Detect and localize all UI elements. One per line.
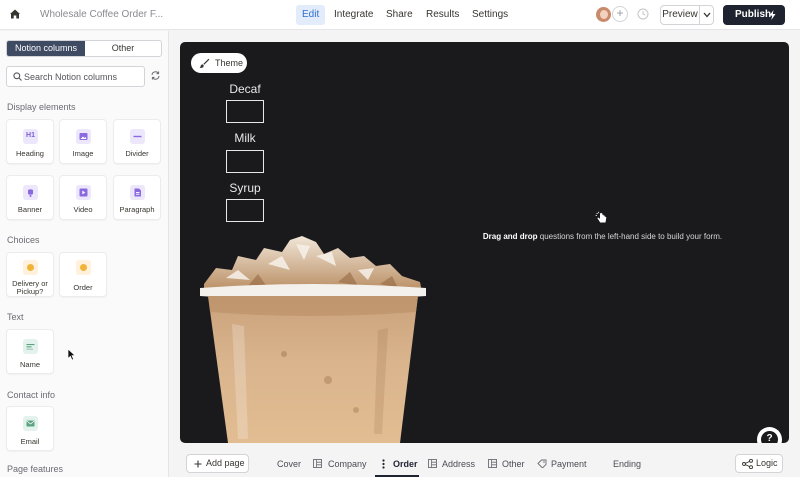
page-bar: Add page Cover Company Order Address Oth…	[170, 450, 800, 477]
iced-coffee-image	[200, 236, 426, 443]
preview-dropdown[interactable]	[699, 5, 714, 25]
search-input[interactable]	[24, 69, 139, 84]
section-choices: Choices	[7, 235, 40, 245]
plus-icon	[194, 460, 202, 468]
decaf-input[interactable]	[226, 100, 264, 123]
nav-edit[interactable]: Edit	[296, 5, 326, 25]
search-icon	[13, 72, 22, 81]
page-tab-payment[interactable]: Payment	[551, 459, 587, 469]
heading-block[interactable]: H1 Heading	[6, 119, 54, 164]
chevron-down-icon	[703, 12, 711, 18]
page-tab-other[interactable]: Other	[502, 459, 525, 469]
image-label: Image	[72, 149, 94, 158]
divider-label: Divider	[125, 149, 149, 158]
milk-input[interactable]	[226, 150, 264, 173]
name-block[interactable]: Name	[6, 329, 54, 374]
page-tab-cover[interactable]: Cover	[277, 459, 301, 469]
source-switch: Notion columns Other	[6, 40, 162, 57]
paragraph-icon	[130, 185, 145, 200]
nav-settings[interactable]: Settings	[466, 5, 514, 25]
tab-other[interactable]: Other	[85, 41, 161, 56]
name-label: Name	[19, 360, 40, 369]
email-block[interactable]: Email	[6, 406, 54, 451]
page-columns-icon	[428, 459, 437, 468]
banner-block[interactable]: Banner	[6, 175, 54, 220]
field-label-syrup: Syrup	[229, 181, 261, 195]
delivery-or-pickup-label: Delivery or Pickup?	[12, 279, 48, 296]
order-block[interactable]: Order	[59, 252, 107, 297]
divider-icon	[130, 129, 145, 144]
video-icon	[76, 185, 91, 200]
mouse-pointer-icon	[67, 348, 76, 361]
nav-integrate[interactable]: Integrate	[328, 5, 379, 25]
field-label-decaf: Decaf	[229, 82, 261, 96]
theme-label: Theme	[215, 58, 244, 68]
logic-button[interactable]: Logic	[735, 454, 783, 473]
nav-share[interactable]: Share	[380, 5, 419, 25]
heading-label: Heading	[16, 149, 44, 158]
section-contact-info: Contact info	[7, 390, 56, 400]
section-text: Text	[7, 312, 24, 322]
page-tab-address[interactable]: Address	[442, 459, 475, 469]
page-columns-icon	[313, 459, 322, 468]
form-title[interactable]: Wholesale Coffee Order F...	[40, 9, 163, 20]
top-bar: Wholesale Coffee Order F... Edit Integra…	[0, 0, 800, 30]
banner-icon	[23, 185, 38, 200]
banner-label: Banner	[17, 205, 43, 214]
name-text-icon	[23, 339, 38, 354]
form-canvas[interactable]: Theme Decaf Milk Syrup Drag and drop que…	[180, 42, 789, 443]
add-collaborator-icon[interactable]: +	[612, 6, 628, 22]
home-icon[interactable]	[9, 8, 21, 20]
page-tab-company[interactable]: Company	[328, 459, 367, 469]
section-page-features: Page features	[7, 464, 64, 474]
preview-button[interactable]: Preview	[660, 5, 700, 25]
add-page-label: Add page	[206, 458, 245, 468]
add-page-button[interactable]: Add page	[186, 454, 249, 473]
image-icon	[76, 129, 91, 144]
page-columns-icon	[488, 459, 497, 468]
email-icon	[23, 416, 38, 431]
order-label: Order	[73, 283, 93, 292]
page-tab-order[interactable]: Order	[393, 459, 418, 469]
publish-button[interactable]: Publish	[723, 5, 785, 25]
payment-icon	[537, 459, 547, 468]
paragraph-block[interactable]: Paragraph	[113, 175, 161, 220]
video-block[interactable]: Video	[59, 175, 107, 220]
logic-label: Logic	[756, 458, 778, 468]
logic-branch-icon	[742, 459, 753, 469]
lightning-icon	[769, 10, 776, 20]
syrup-input[interactable]	[226, 199, 264, 222]
choice-icon	[23, 260, 38, 275]
tab-notion-columns[interactable]: Notion columns	[7, 41, 85, 56]
help-chat-icon[interactable]: ?	[757, 427, 782, 443]
divider-block[interactable]: Divider	[113, 119, 161, 164]
section-display-elements: Display elements	[7, 102, 76, 112]
history-clock-icon[interactable]	[637, 8, 649, 20]
choice-icon	[76, 260, 91, 275]
paintbrush-icon	[199, 58, 210, 68]
field-label-milk: Milk	[234, 131, 256, 145]
nav-results[interactable]: Results	[420, 5, 465, 25]
search-box	[6, 66, 145, 87]
drag-hand-icon	[595, 211, 607, 223]
page-tab-ending[interactable]: Ending	[613, 459, 641, 469]
hint-text: questions from the left-hand side to bui…	[537, 232, 723, 241]
email-label: Email	[20, 437, 40, 446]
avatar[interactable]	[595, 6, 612, 23]
heading-icon: H1	[23, 129, 38, 144]
delivery-or-pickup-block[interactable]: Delivery or Pickup?	[6, 252, 54, 297]
paragraph-label: Paragraph	[119, 205, 155, 214]
theme-button[interactable]: Theme	[191, 53, 247, 73]
publish-label: Publish	[735, 9, 772, 20]
drag-handle-icon	[382, 459, 385, 469]
empty-state-hint: Drag and drop questions from the left-ha…	[475, 232, 730, 241]
sidebar: Notion columns Other Display elements H1…	[0, 31, 169, 477]
hint-bold: Drag and drop	[482, 232, 538, 241]
video-label: Video	[73, 205, 93, 214]
refresh-icon[interactable]	[150, 70, 161, 81]
image-block[interactable]: Image	[59, 119, 107, 164]
